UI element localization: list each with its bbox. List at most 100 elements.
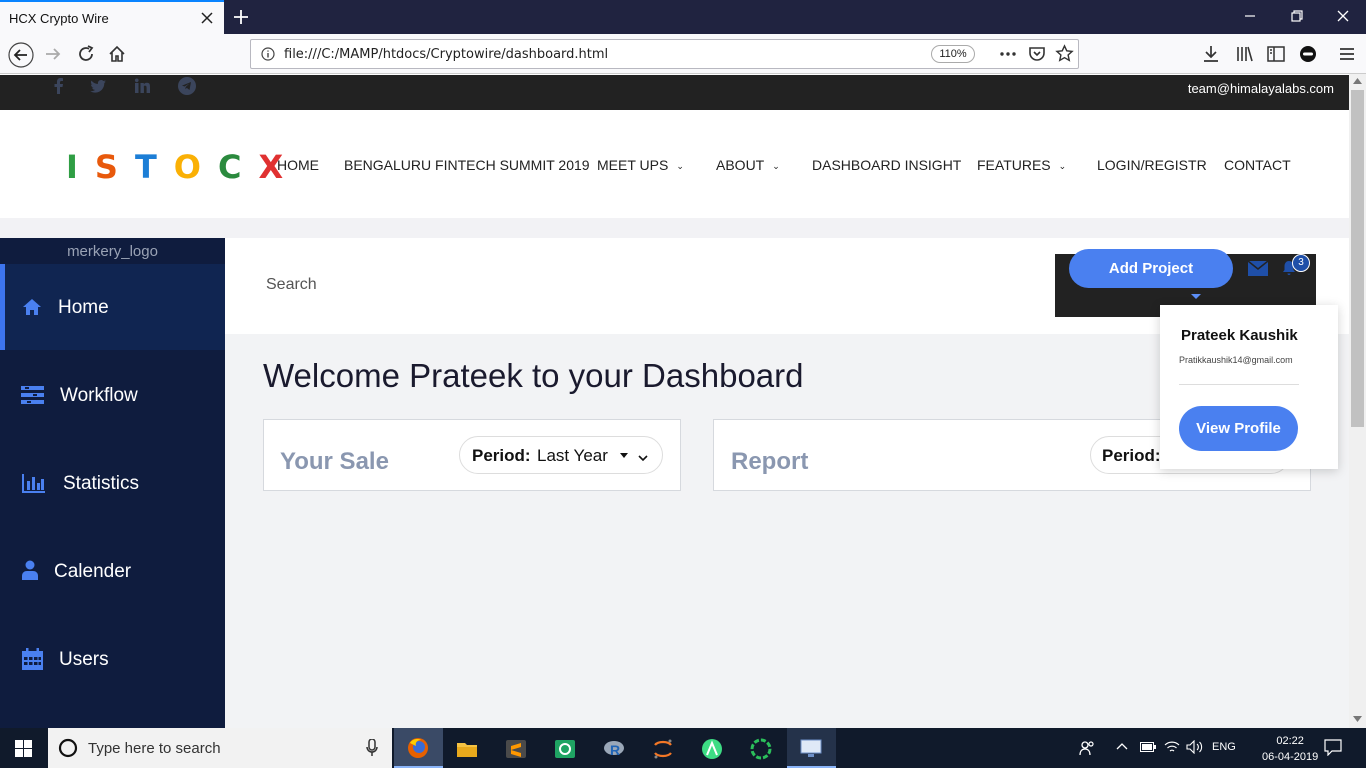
- r-language-icon[interactable]: R: [603, 738, 625, 760]
- back-icon[interactable]: [8, 42, 34, 68]
- wifi-icon[interactable]: [1164, 740, 1180, 754]
- period-select[interactable]: Period: Last Year: [459, 436, 663, 474]
- microphone-icon[interactable]: [366, 739, 378, 757]
- telegram-icon[interactable]: [178, 77, 196, 95]
- twitter-icon[interactable]: [90, 78, 106, 94]
- clock-time: 02:22: [1276, 735, 1304, 747]
- minimize-icon[interactable]: [1243, 9, 1257, 23]
- new-tab-icon[interactable]: [232, 8, 250, 26]
- taskbar-clock[interactable]: 02:22 06-04-2019: [1262, 733, 1318, 765]
- file-explorer-icon[interactable]: [456, 738, 478, 760]
- sync-app-icon[interactable]: [750, 738, 772, 760]
- taskbar-search[interactable]: Type here to search: [48, 728, 392, 768]
- nav-about-label: ABOUT: [716, 157, 765, 173]
- notifications-icon[interactable]: [1324, 739, 1342, 756]
- view-profile-button[interactable]: View Profile: [1179, 406, 1298, 451]
- calendar-icon: [22, 648, 43, 670]
- mail-icon[interactable]: [1248, 261, 1268, 276]
- show-hidden-icons-icon[interactable]: [1116, 742, 1128, 750]
- nav-about[interactable]: ABOUT ⌄: [716, 157, 780, 173]
- downloads-icon[interactable]: [1201, 44, 1221, 64]
- android-studio-icon[interactable]: [701, 738, 723, 760]
- add-project-button[interactable]: Add Project: [1069, 249, 1233, 288]
- clock-date: 06-04-2019: [1262, 751, 1319, 763]
- firefox-icon: [408, 738, 428, 758]
- menu-icon[interactable]: [1337, 44, 1357, 64]
- url-bar[interactable]: file:///C:/MAMP/htdocs/Cryptowire/dashbo…: [250, 39, 1079, 69]
- logo-letter: C: [217, 148, 259, 186]
- close-tab-icon[interactable]: [201, 12, 213, 24]
- sublime-text-icon[interactable]: [505, 738, 527, 760]
- bookmark-star-icon[interactable]: [1055, 44, 1074, 63]
- period-label: Period:: [472, 446, 531, 465]
- sidebar-item-workflow[interactable]: Workflow: [0, 352, 225, 438]
- sidebar-item-home[interactable]: Home: [0, 264, 225, 350]
- period-value: Last Year: [537, 446, 608, 465]
- site-logo[interactable]: ISTOCX: [66, 148, 300, 186]
- search-input[interactable]: [266, 272, 966, 298]
- divider: [1179, 384, 1299, 385]
- volume-icon[interactable]: [1186, 740, 1203, 754]
- zoom-level[interactable]: 110%: [931, 45, 975, 63]
- people-icon[interactable]: [1079, 740, 1095, 756]
- reload-icon[interactable]: [76, 44, 96, 64]
- pocket-icon[interactable]: [1028, 45, 1046, 63]
- svg-text:R: R: [610, 742, 620, 758]
- chevron-down-icon: [638, 455, 648, 462]
- sidebar-toggle-icon[interactable]: [1266, 44, 1286, 64]
- chevron-down-icon: ⌄: [1058, 161, 1067, 171]
- close-window-icon[interactable]: [1336, 9, 1350, 23]
- facebook-icon[interactable]: [51, 78, 67, 94]
- library-icon[interactable]: [1235, 44, 1255, 64]
- scroll-down-icon[interactable]: [1353, 716, 1362, 722]
- more-actions-icon[interactable]: [999, 48, 1017, 60]
- scrollbar-thumb[interactable]: [1351, 90, 1364, 427]
- contact-email[interactable]: team@himalayalabs.com: [1188, 81, 1334, 96]
- taskbar-remote-desktop[interactable]: [787, 728, 836, 768]
- user-icon: [22, 560, 38, 580]
- info-icon[interactable]: [261, 47, 275, 61]
- nav-home[interactable]: HOME: [277, 157, 319, 173]
- nav-login[interactable]: LOGIN/REGISTR: [1097, 157, 1207, 173]
- sidebar-item-statistics[interactable]: Statistics: [0, 440, 225, 526]
- windows-start-icon[interactable]: [15, 740, 32, 757]
- remote-desktop-icon: [800, 739, 822, 757]
- sidebar-item-calender[interactable]: Calender: [0, 528, 225, 614]
- cortana-icon: [58, 738, 78, 758]
- nav-summit[interactable]: BENGALURU FINTECH SUMMIT 2019: [344, 157, 590, 173]
- header-divider: [0, 218, 1349, 238]
- nav-contact[interactable]: CONTACT: [1224, 157, 1291, 173]
- top-contact-strip: [0, 75, 1349, 110]
- scroll-up-icon[interactable]: [1353, 78, 1362, 84]
- profile-email: Pratikkaushik14@gmail.com: [1179, 355, 1293, 365]
- logo-letter: I: [66, 148, 95, 186]
- nav-features[interactable]: FEATURES ⌄: [977, 157, 1066, 173]
- app-icon[interactable]: [554, 738, 576, 760]
- bar-chart-icon: [22, 474, 45, 493]
- profile-dropdown: Prateek Kaushik Pratikkaushik14@gmail.co…: [1160, 305, 1338, 469]
- sidebar-item-users[interactable]: Users: [0, 616, 225, 702]
- home-browser-icon[interactable]: [107, 44, 127, 64]
- tab-title: HCX Crypto Wire: [9, 11, 109, 26]
- workflow-icon: [21, 386, 44, 404]
- taskbar-firefox-active[interactable]: [394, 728, 443, 768]
- battery-icon[interactable]: [1140, 742, 1156, 752]
- home-icon: [23, 299, 41, 315]
- browser-tab[interactable]: HCX Crypto Wire: [0, 0, 224, 34]
- chevron-down-icon: ⌄: [676, 161, 684, 171]
- sidebar-item-label: Statistics: [63, 473, 140, 494]
- nav-dashboard-insight[interactable]: DASHBOARD INSIGHT: [812, 157, 961, 173]
- url-text: file:///C:/MAMP/htdocs/Cryptowire/dashbo…: [284, 47, 609, 62]
- notification-badge: 3: [1292, 254, 1310, 272]
- nav-features-label: FEATURES: [977, 157, 1051, 173]
- jupyter-icon[interactable]: [652, 738, 674, 760]
- restore-icon[interactable]: [1290, 9, 1304, 23]
- sidebar-item-label: Home: [58, 297, 109, 318]
- chevron-down-icon: ⌄: [772, 161, 780, 171]
- linkedin-icon[interactable]: [134, 78, 150, 94]
- input-language[interactable]: ENG: [1212, 741, 1236, 753]
- nav-meetups[interactable]: MEET UPS ⌄: [597, 157, 684, 173]
- account-icon[interactable]: [1298, 44, 1318, 64]
- forward-icon[interactable]: [43, 44, 63, 64]
- caret-down-icon[interactable]: [1191, 294, 1201, 299]
